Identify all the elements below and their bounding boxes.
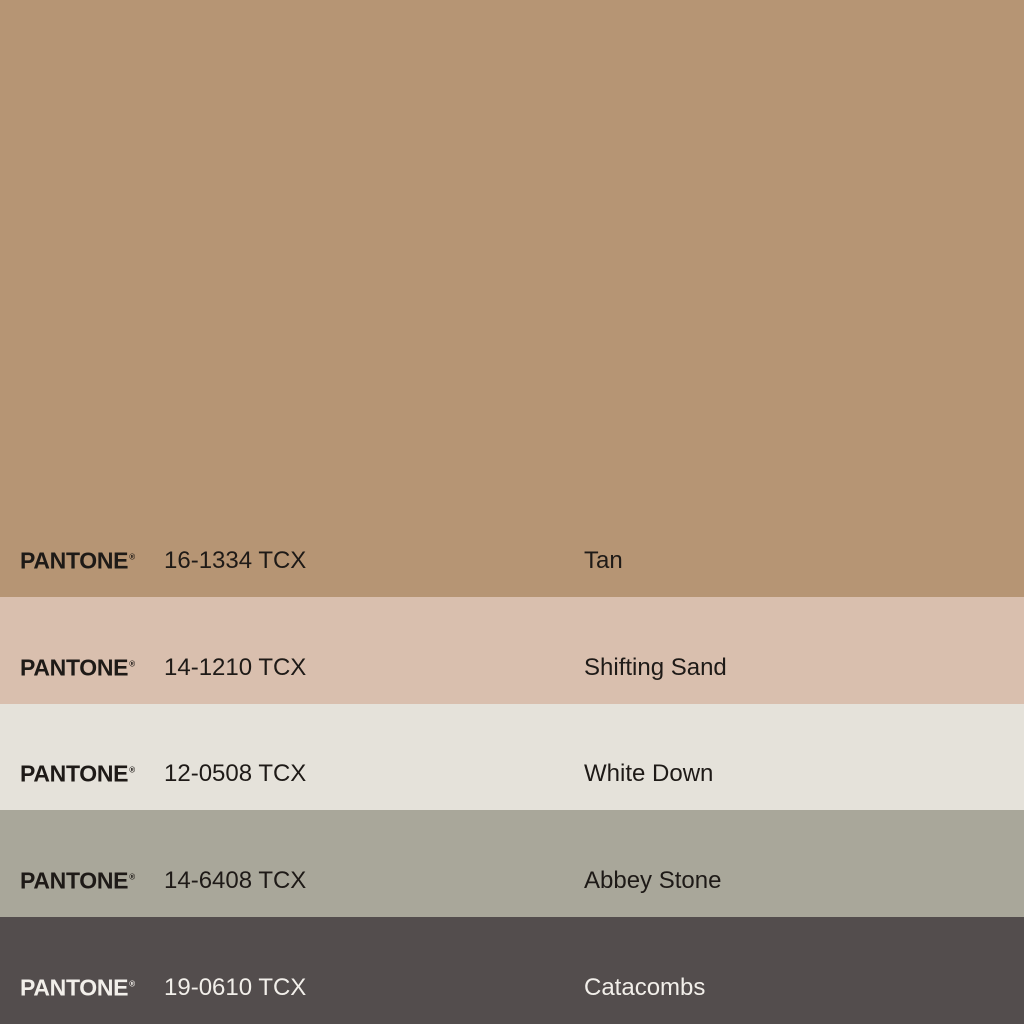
swatch-abbey-stone: PANTONE® 14-6408 TCX Abbey Stone <box>0 810 1024 917</box>
color-name: Tan <box>584 547 623 574</box>
color-code: 12-0508 TCX <box>164 760 307 787</box>
swatch-label: PANTONE® 14-1210 TCX Shifting Sand <box>0 648 1024 688</box>
color-code: 14-1210 TCX <box>164 654 307 681</box>
color-code: 19-0610 TCX <box>164 974 307 1001</box>
swatch-label: PANTONE® 14-6408 TCX Abbey Stone <box>0 861 1024 901</box>
pantone-logo: PANTONE® <box>20 974 135 1001</box>
color-palette: PANTONE® 16-1334 TCX Tan PANTONE® 14-121… <box>0 0 1024 1024</box>
color-code: 14-6408 TCX <box>164 867 307 894</box>
swatch-white-down: PANTONE® 12-0508 TCX White Down <box>0 704 1024 810</box>
swatch-label: PANTONE® 19-0610 TCX Catacombs <box>0 968 1024 1008</box>
color-name: White Down <box>584 760 714 787</box>
swatch-catacombs: PANTONE® 19-0610 TCX Catacombs <box>0 917 1024 1024</box>
swatch-shifting-sand: PANTONE® 14-1210 TCX Shifting Sand <box>0 597 1024 704</box>
color-name: Shifting Sand <box>584 654 727 681</box>
pantone-logo: PANTONE® <box>20 654 135 681</box>
pantone-logo: PANTONE® <box>20 547 135 574</box>
color-code: 16-1334 TCX <box>164 547 307 574</box>
color-name: Abbey Stone <box>584 867 722 894</box>
swatch-label: PANTONE® 12-0508 TCX White Down <box>0 754 1024 794</box>
pantone-logo: PANTONE® <box>20 760 135 787</box>
pantone-logo: PANTONE® <box>20 867 135 894</box>
swatch-label: PANTONE® 16-1334 TCX Tan <box>0 541 1024 581</box>
color-name: Catacombs <box>584 974 706 1001</box>
swatch-tan: PANTONE® 16-1334 TCX Tan <box>0 0 1024 597</box>
